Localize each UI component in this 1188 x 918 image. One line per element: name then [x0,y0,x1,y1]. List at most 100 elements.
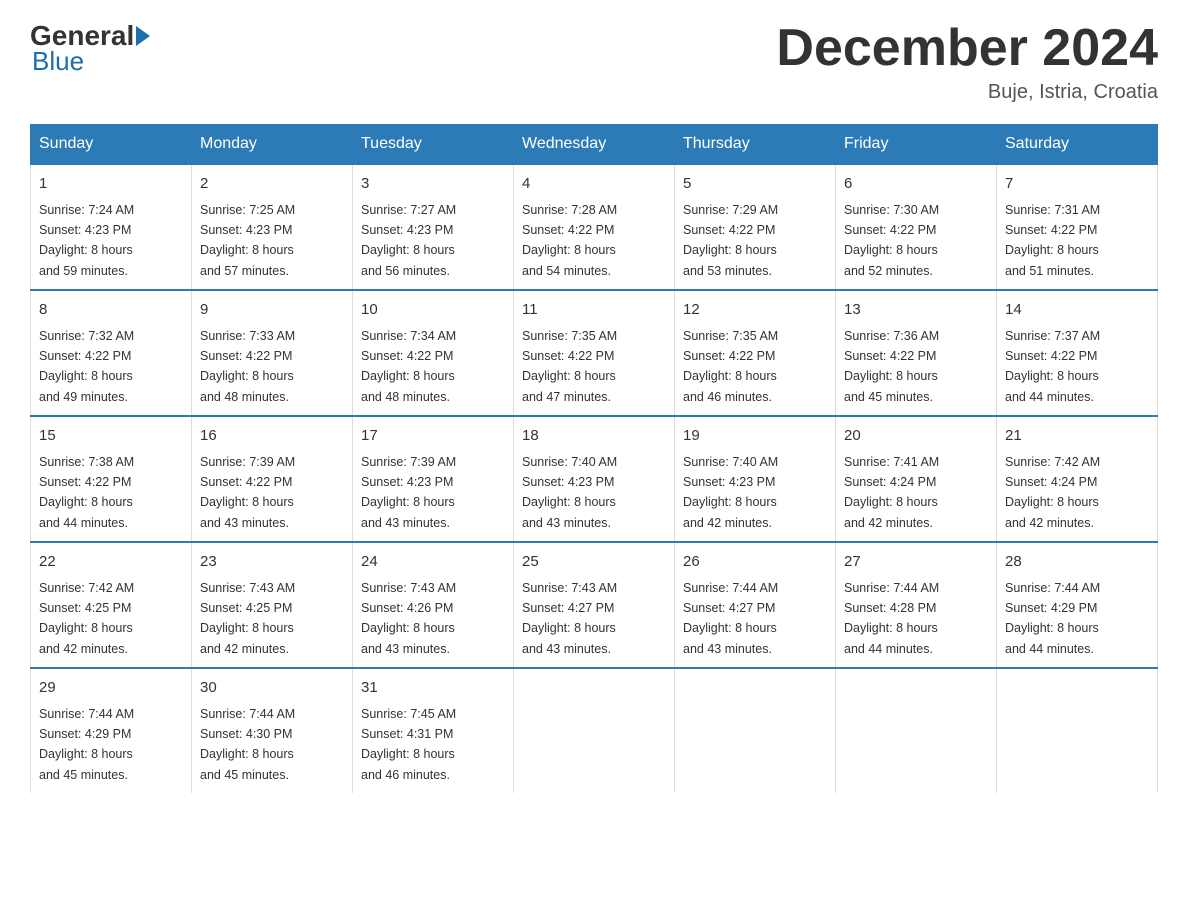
day-number: 24 [361,551,505,574]
day-number: 8 [39,299,183,322]
day-info: Sunrise: 7:36 AMSunset: 4:22 PMDaylight:… [844,329,939,404]
day-info: Sunrise: 7:35 AMSunset: 4:22 PMDaylight:… [522,329,617,404]
day-number: 31 [361,677,505,700]
calendar-cell: 13 Sunrise: 7:36 AMSunset: 4:22 PMDaylig… [836,290,997,416]
calendar-week-4: 22 Sunrise: 7:42 AMSunset: 4:25 PMDaylig… [31,542,1158,668]
title-section: December 2024 Buje, Istria, Croatia [776,20,1158,104]
day-info: Sunrise: 7:42 AMSunset: 4:25 PMDaylight:… [39,581,134,656]
day-info: Sunrise: 7:39 AMSunset: 4:22 PMDaylight:… [200,455,295,530]
calendar-cell: 10 Sunrise: 7:34 AMSunset: 4:22 PMDaylig… [353,290,514,416]
day-info: Sunrise: 7:43 AMSunset: 4:26 PMDaylight:… [361,581,456,656]
day-info: Sunrise: 7:28 AMSunset: 4:22 PMDaylight:… [522,203,617,278]
calendar-cell: 5 Sunrise: 7:29 AMSunset: 4:22 PMDayligh… [675,164,836,290]
day-number: 27 [844,551,988,574]
day-number: 3 [361,173,505,196]
day-info: Sunrise: 7:43 AMSunset: 4:25 PMDaylight:… [200,581,295,656]
col-header-tuesday: Tuesday [353,125,514,165]
calendar-cell: 11 Sunrise: 7:35 AMSunset: 4:22 PMDaylig… [514,290,675,416]
day-info: Sunrise: 7:24 AMSunset: 4:23 PMDaylight:… [39,203,134,278]
calendar-cell: 1 Sunrise: 7:24 AMSunset: 4:23 PMDayligh… [31,164,192,290]
col-header-sunday: Sunday [31,125,192,165]
calendar-week-3: 15 Sunrise: 7:38 AMSunset: 4:22 PMDaylig… [31,416,1158,542]
calendar-header-row: SundayMondayTuesdayWednesdayThursdayFrid… [31,125,1158,165]
calendar-cell: 22 Sunrise: 7:42 AMSunset: 4:25 PMDaylig… [31,542,192,668]
day-info: Sunrise: 7:32 AMSunset: 4:22 PMDaylight:… [39,329,134,404]
calendar-week-1: 1 Sunrise: 7:24 AMSunset: 4:23 PMDayligh… [31,164,1158,290]
calendar-week-2: 8 Sunrise: 7:32 AMSunset: 4:22 PMDayligh… [31,290,1158,416]
day-number: 5 [683,173,827,196]
calendar-cell: 25 Sunrise: 7:43 AMSunset: 4:27 PMDaylig… [514,542,675,668]
calendar-cell: 14 Sunrise: 7:37 AMSunset: 4:22 PMDaylig… [997,290,1158,416]
logo: General Blue [30,20,152,77]
day-info: Sunrise: 7:25 AMSunset: 4:23 PMDaylight:… [200,203,295,278]
calendar-cell: 30 Sunrise: 7:44 AMSunset: 4:30 PMDaylig… [192,668,353,793]
day-info: Sunrise: 7:33 AMSunset: 4:22 PMDaylight:… [200,329,295,404]
day-info: Sunrise: 7:37 AMSunset: 4:22 PMDaylight:… [1005,329,1100,404]
day-number: 14 [1005,299,1149,322]
day-number: 12 [683,299,827,322]
calendar-cell: 21 Sunrise: 7:42 AMSunset: 4:24 PMDaylig… [997,416,1158,542]
day-number: 23 [200,551,344,574]
calendar-cell: 4 Sunrise: 7:28 AMSunset: 4:22 PMDayligh… [514,164,675,290]
day-number: 10 [361,299,505,322]
day-info: Sunrise: 7:40 AMSunset: 4:23 PMDaylight:… [683,455,778,530]
day-number: 22 [39,551,183,574]
day-number: 4 [522,173,666,196]
day-info: Sunrise: 7:43 AMSunset: 4:27 PMDaylight:… [522,581,617,656]
calendar-cell: 7 Sunrise: 7:31 AMSunset: 4:22 PMDayligh… [997,164,1158,290]
calendar-week-5: 29 Sunrise: 7:44 AMSunset: 4:29 PMDaylig… [31,668,1158,793]
calendar-cell: 26 Sunrise: 7:44 AMSunset: 4:27 PMDaylig… [675,542,836,668]
day-info: Sunrise: 7:41 AMSunset: 4:24 PMDaylight:… [844,455,939,530]
calendar-cell: 17 Sunrise: 7:39 AMSunset: 4:23 PMDaylig… [353,416,514,542]
day-number: 30 [200,677,344,700]
calendar-cell: 15 Sunrise: 7:38 AMSunset: 4:22 PMDaylig… [31,416,192,542]
day-number: 13 [844,299,988,322]
day-info: Sunrise: 7:45 AMSunset: 4:31 PMDaylight:… [361,707,456,782]
day-info: Sunrise: 7:40 AMSunset: 4:23 PMDaylight:… [522,455,617,530]
calendar-cell: 20 Sunrise: 7:41 AMSunset: 4:24 PMDaylig… [836,416,997,542]
calendar-cell: 6 Sunrise: 7:30 AMSunset: 4:22 PMDayligh… [836,164,997,290]
day-number: 2 [200,173,344,196]
day-number: 1 [39,173,183,196]
day-info: Sunrise: 7:44 AMSunset: 4:27 PMDaylight:… [683,581,778,656]
logo-blue: Blue [32,46,84,76]
location: Buje, Istria, Croatia [776,81,1158,104]
day-info: Sunrise: 7:30 AMSunset: 4:22 PMDaylight:… [844,203,939,278]
day-info: Sunrise: 7:35 AMSunset: 4:22 PMDaylight:… [683,329,778,404]
day-info: Sunrise: 7:38 AMSunset: 4:22 PMDaylight:… [39,455,134,530]
day-number: 20 [844,425,988,448]
day-info: Sunrise: 7:44 AMSunset: 4:29 PMDaylight:… [39,707,134,782]
calendar-cell: 29 Sunrise: 7:44 AMSunset: 4:29 PMDaylig… [31,668,192,793]
day-number: 25 [522,551,666,574]
calendar-cell: 28 Sunrise: 7:44 AMSunset: 4:29 PMDaylig… [997,542,1158,668]
calendar-cell: 9 Sunrise: 7:33 AMSunset: 4:22 PMDayligh… [192,290,353,416]
day-info: Sunrise: 7:39 AMSunset: 4:23 PMDaylight:… [361,455,456,530]
day-number: 7 [1005,173,1149,196]
day-number: 28 [1005,551,1149,574]
calendar-cell: 24 Sunrise: 7:43 AMSunset: 4:26 PMDaylig… [353,542,514,668]
month-title: December 2024 [776,20,1158,77]
calendar-cell: 16 Sunrise: 7:39 AMSunset: 4:22 PMDaylig… [192,416,353,542]
day-number: 21 [1005,425,1149,448]
col-header-wednesday: Wednesday [514,125,675,165]
day-info: Sunrise: 7:27 AMSunset: 4:23 PMDaylight:… [361,203,456,278]
day-info: Sunrise: 7:31 AMSunset: 4:22 PMDaylight:… [1005,203,1100,278]
calendar-cell: 3 Sunrise: 7:27 AMSunset: 4:23 PMDayligh… [353,164,514,290]
day-number: 19 [683,425,827,448]
day-info: Sunrise: 7:42 AMSunset: 4:24 PMDaylight:… [1005,455,1100,530]
calendar-cell: 2 Sunrise: 7:25 AMSunset: 4:23 PMDayligh… [192,164,353,290]
day-number: 17 [361,425,505,448]
calendar-cell: 19 Sunrise: 7:40 AMSunset: 4:23 PMDaylig… [675,416,836,542]
col-header-monday: Monday [192,125,353,165]
page-header: General Blue December 2024 Buje, Istria,… [30,20,1158,104]
calendar-cell [675,668,836,793]
calendar-cell: 18 Sunrise: 7:40 AMSunset: 4:23 PMDaylig… [514,416,675,542]
day-info: Sunrise: 7:44 AMSunset: 4:28 PMDaylight:… [844,581,939,656]
calendar-cell: 12 Sunrise: 7:35 AMSunset: 4:22 PMDaylig… [675,290,836,416]
col-header-friday: Friday [836,125,997,165]
day-number: 18 [522,425,666,448]
calendar-table: SundayMondayTuesdayWednesdayThursdayFrid… [30,124,1158,793]
calendar-cell: 23 Sunrise: 7:43 AMSunset: 4:25 PMDaylig… [192,542,353,668]
day-info: Sunrise: 7:44 AMSunset: 4:29 PMDaylight:… [1005,581,1100,656]
col-header-saturday: Saturday [997,125,1158,165]
